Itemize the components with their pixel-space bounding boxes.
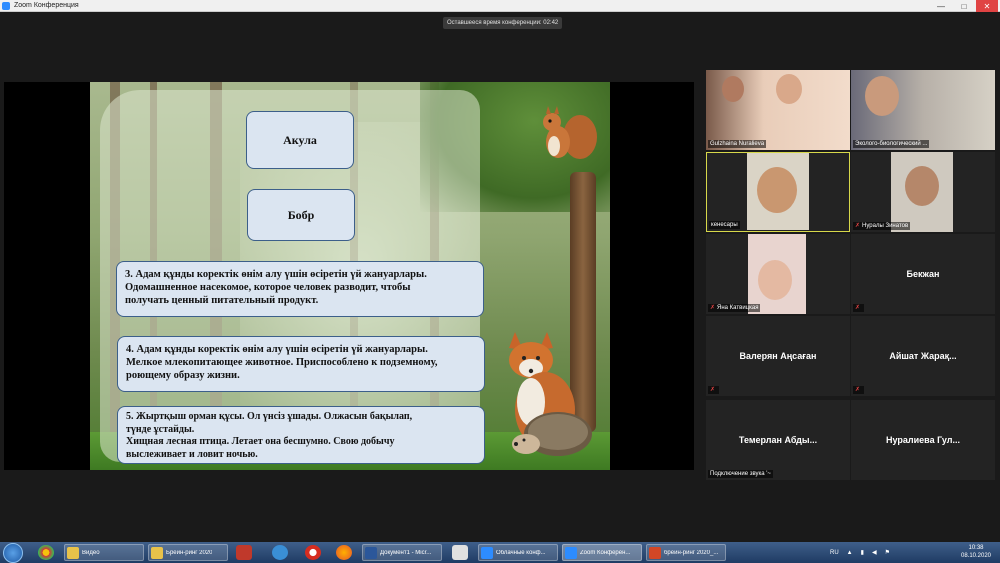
participant-display-name: Темерлан Абды... [738, 435, 818, 445]
participant-tile[interactable]: Валерян Аңсаған ✗ [706, 316, 850, 396]
start-button[interactable] [3, 543, 23, 563]
participant-face [722, 76, 744, 102]
question-line: 4. Адам құнды коректік өнім алу үшін өсі… [126, 344, 428, 355]
windows-taskbar: Видео Брейн-ринг 2020 Документ1 - Micr..… [0, 542, 1000, 563]
participant-tile[interactable]: ✗ Яна Катвицкая [706, 234, 850, 314]
meeting-area: Оставшееся время конференции: 02:42 Акул… [0, 12, 1000, 542]
question-line: роющему образу жизни. [126, 370, 240, 381]
zoom-icon [2, 1, 10, 10]
app-icon[interactable] [272, 545, 288, 560]
question-box-5: 5. Жыртқыш орман құсы. Ол үнсіз ұшады. О… [117, 406, 485, 464]
participant-name: ✗ [853, 304, 865, 312]
presentation-slide: Акула Бобр 3. Адам құнды коректік өнім а… [90, 82, 610, 470]
participant-name: ✗ [708, 386, 720, 394]
zoom-icon [565, 546, 577, 559]
participant-name: Эколого-биологический ... [853, 140, 930, 148]
participant-face [865, 76, 899, 116]
participant-name: ✗ Яна Катвицкая [708, 304, 761, 312]
opera-icon[interactable] [305, 545, 321, 560]
taskbar-task[interactable]: брейн-ринг 2020_... [646, 544, 726, 561]
question-line: Хищная лесная птица. Летает она бесшумно… [126, 436, 395, 447]
participant-tile[interactable]: ✗ Нуралы Зинатов [851, 152, 995, 232]
taskbar-task[interactable]: Брейн-ринг 2020 [148, 544, 228, 561]
system-tray: RU ▲ ▮ ◀ ⚑ [830, 542, 890, 563]
taskbar-task-active[interactable]: Zoom Конферен... [562, 544, 642, 561]
network-icon[interactable]: ▮ [861, 549, 864, 556]
question-line: 3. Адам құнды коректік өнім алу үшін өсі… [125, 269, 427, 280]
participant-display-name: Бекжан [906, 269, 940, 279]
mic-muted-icon: ✗ [710, 387, 716, 393]
participant-face [757, 167, 797, 213]
question-box-3: 3. Адам құнды коректік өнім алу үшін өсі… [116, 261, 484, 317]
clock-date: 08.10.2020 [960, 553, 992, 559]
participant-name: Gulzhaina Nuralieva [708, 140, 767, 148]
maximize-button[interactable]: □ [953, 0, 975, 12]
question-box-4: 4. Адам құнды коректік өнім алу үшін өсі… [117, 336, 485, 392]
window-title: Zoom Конференция [14, 2, 79, 9]
mic-muted-icon: ✗ [855, 387, 861, 393]
participant-face [776, 74, 802, 104]
participant-name: кенесары [709, 221, 740, 229]
powerpoint-icon [649, 546, 661, 559]
folder-icon [67, 546, 79, 559]
clock-time: 10:38 [968, 545, 984, 551]
taskbar-clock[interactable]: 10:38 08.10.2020 [954, 544, 998, 560]
taskbar-task[interactable]: Облачные конф... [478, 544, 558, 561]
squirrel-image [543, 106, 597, 159]
participant-name: ✗ Нуралы Зинатов [853, 222, 911, 230]
participant-tile-active[interactable]: кенесары [706, 152, 850, 232]
mic-muted-icon: ✗ [855, 223, 861, 229]
question-line: Мелкое млекопитающее животное. Приспособ… [126, 357, 438, 368]
participant-display-name: Айшат Жарақ... [889, 351, 957, 361]
participant-name: ✗ [853, 386, 865, 394]
volume-icon[interactable]: ◀ [872, 549, 877, 556]
taskbar-task[interactable]: Видео [64, 544, 144, 561]
mic-muted-icon: ✗ [710, 305, 716, 311]
participant-display-name: Нуралиева Гул... [886, 435, 960, 445]
participant-tile[interactable]: Gulzhaina Nuralieva [706, 70, 850, 150]
screen-share[interactable]: Акула Бобр 3. Адам құнды коректік өнім а… [4, 82, 694, 470]
participant-tile[interactable]: Эколого-биологический ... [851, 70, 995, 150]
firefox-icon[interactable] [336, 545, 352, 560]
yandex-icon[interactable] [452, 545, 468, 560]
zoom-icon [481, 546, 493, 559]
participant-tile[interactable]: Айшат Жарақ... ✗ [851, 316, 995, 396]
question-line: получать ценный питательный продукт. [125, 295, 319, 306]
language-indicator[interactable]: RU [830, 550, 839, 556]
meeting-timer: Оставшееся время конференции: 02:42 [443, 17, 563, 29]
participant-tile[interactable]: Темерлан Абды... Подключение звука '~ [706, 400, 850, 480]
close-button[interactable]: ✕ [976, 0, 998, 12]
word-icon [365, 546, 377, 559]
folder-icon [151, 546, 163, 559]
taskbar-task[interactable]: Документ1 - Micr... [362, 544, 442, 561]
tray-icon[interactable]: ▲ [847, 550, 853, 556]
participant-status: Подключение звука '~ [708, 470, 773, 478]
participant-tile[interactable]: Нуралиева Гул... [851, 400, 995, 480]
participant-display-name: Валерян Аңсаған [739, 351, 817, 361]
window-titlebar: Zoom Конференция — □ ✕ [0, 0, 1000, 12]
participant-face [758, 260, 792, 300]
question-line: түнде ұстайды. [126, 423, 195, 435]
app-icon[interactable] [236, 545, 252, 560]
answer-box-akula: Акула [246, 111, 354, 169]
mic-muted-icon: ✗ [855, 305, 861, 311]
flag-icon[interactable]: ⚑ [885, 549, 890, 556]
chrome-icon[interactable] [38, 545, 54, 560]
participant-tile[interactable]: Бекжан ✗ [851, 234, 995, 314]
participant-face [905, 166, 939, 206]
question-line: 5. Жыртқыш орман құсы. Ол үнсіз ұшады. О… [126, 411, 413, 422]
answer-box-bobr: Бобр [247, 189, 355, 241]
hedgehog-image [512, 412, 592, 456]
question-line: выслеживает и ловит ночью. [126, 448, 258, 460]
minimize-button[interactable]: — [930, 0, 952, 12]
question-line: Одомашненное насекомое, которое человек … [125, 282, 411, 293]
